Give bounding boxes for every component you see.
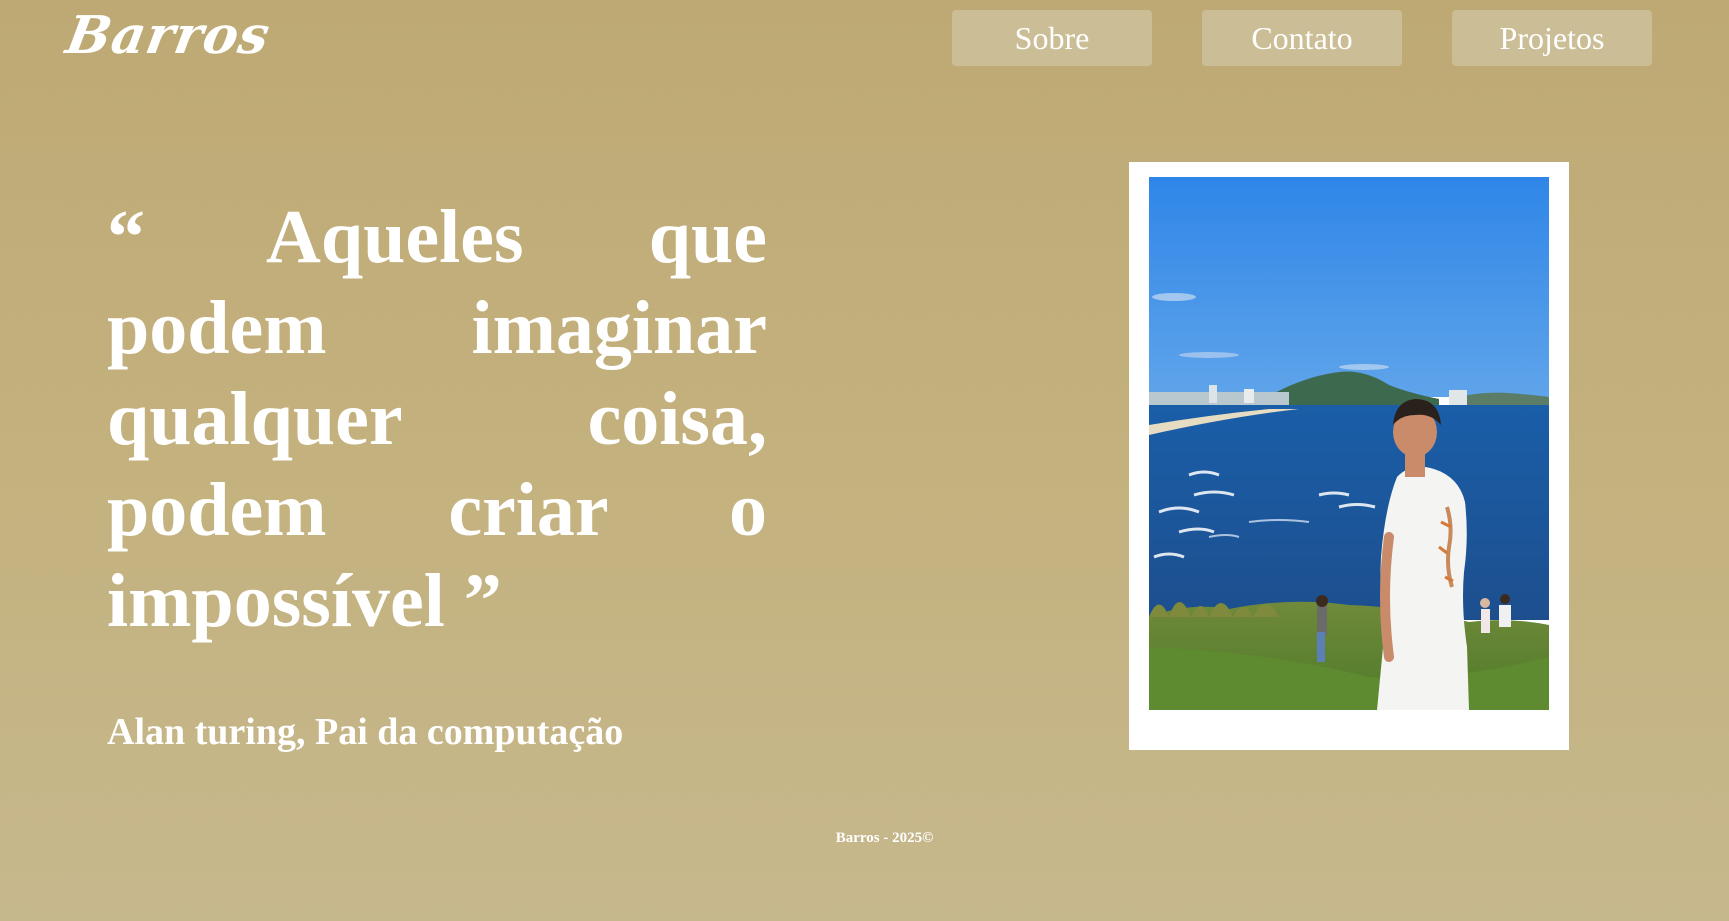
hero-quote: “ Aqueles que podem imaginar qualquer co… <box>107 195 767 643</box>
quote-author: Alan turing, Pai da computação <box>107 711 624 753</box>
profile-photo <box>1149 177 1549 710</box>
footer-copyright: Barros - 2025© <box>835 830 934 846</box>
nav-button-projetos[interactable]: Projetos <box>1452 10 1652 66</box>
photo-frame <box>1129 162 1569 750</box>
nav-button-sobre[interactable]: Sobre <box>952 10 1152 66</box>
site-logo[interactable]: Barros <box>61 4 275 68</box>
nav-button-contato[interactable]: Contato <box>1202 10 1402 66</box>
